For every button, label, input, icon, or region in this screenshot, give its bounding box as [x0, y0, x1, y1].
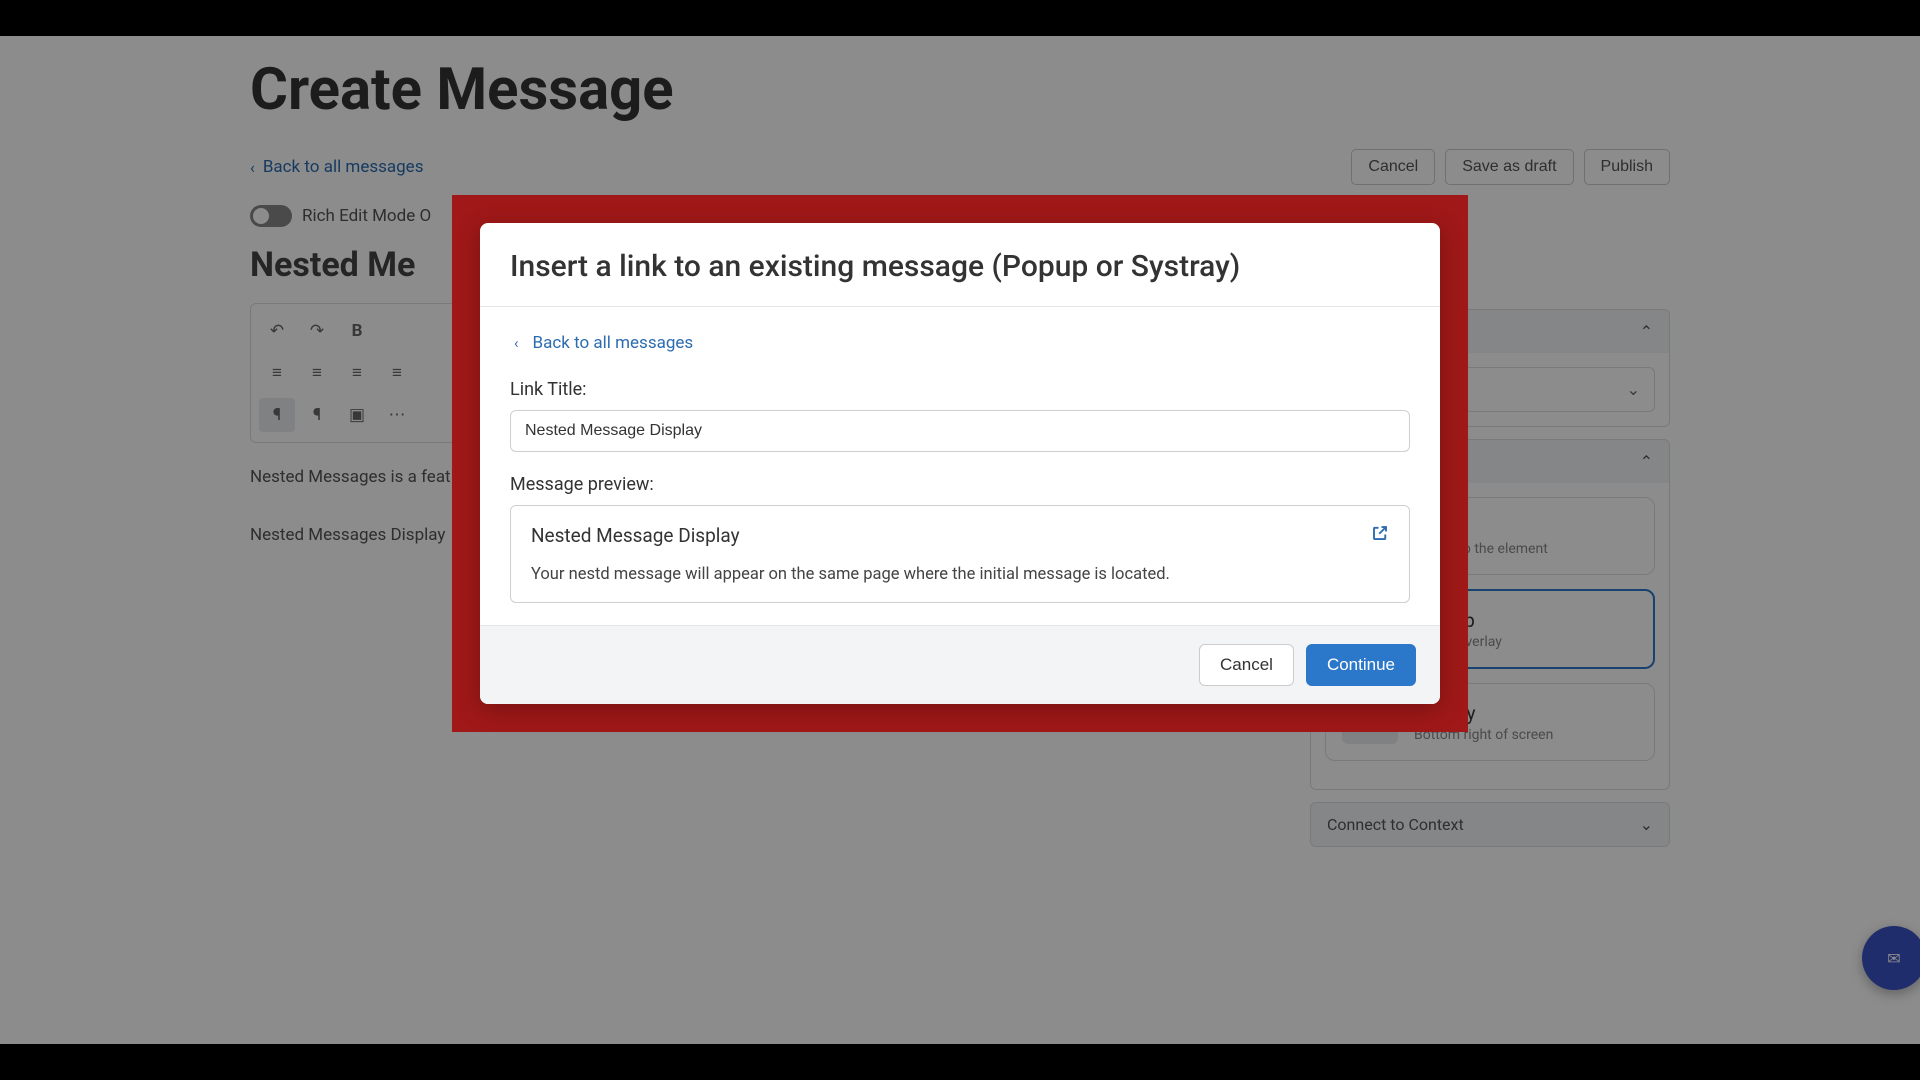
highlight-frame: Insert a link to an existing message (Po… [452, 195, 1468, 732]
modal-continue-button[interactable]: Continue [1306, 644, 1416, 686]
link-title-input[interactable] [510, 410, 1410, 452]
modal-overlay: Insert a link to an existing message (Po… [0, 0, 1920, 1080]
chevron-left-icon: ‹ [514, 334, 519, 352]
modal-footer: Cancel Continue [480, 625, 1440, 704]
modal-body: ‹ Back to all messages Link Title: Messa… [480, 307, 1440, 625]
modal-back-label: Back to all messages [533, 333, 694, 353]
message-preview-label: Message preview: [510, 474, 1410, 495]
external-link-icon[interactable] [1371, 524, 1389, 547]
preview-body: Your nestd message will appear on the sa… [531, 565, 1389, 584]
modal-cancel-button[interactable]: Cancel [1199, 644, 1294, 686]
modal-header: Insert a link to an existing message (Po… [480, 223, 1440, 307]
link-title-label: Link Title: [510, 379, 1410, 400]
preview-title: Nested Message Display [531, 524, 740, 547]
modal-back-link[interactable]: ‹ Back to all messages [510, 333, 1410, 353]
message-preview-box: Nested Message Display Your nestd messag… [510, 505, 1410, 603]
modal-title: Insert a link to an existing message (Po… [510, 249, 1410, 284]
insert-link-modal: Insert a link to an existing message (Po… [480, 223, 1440, 704]
